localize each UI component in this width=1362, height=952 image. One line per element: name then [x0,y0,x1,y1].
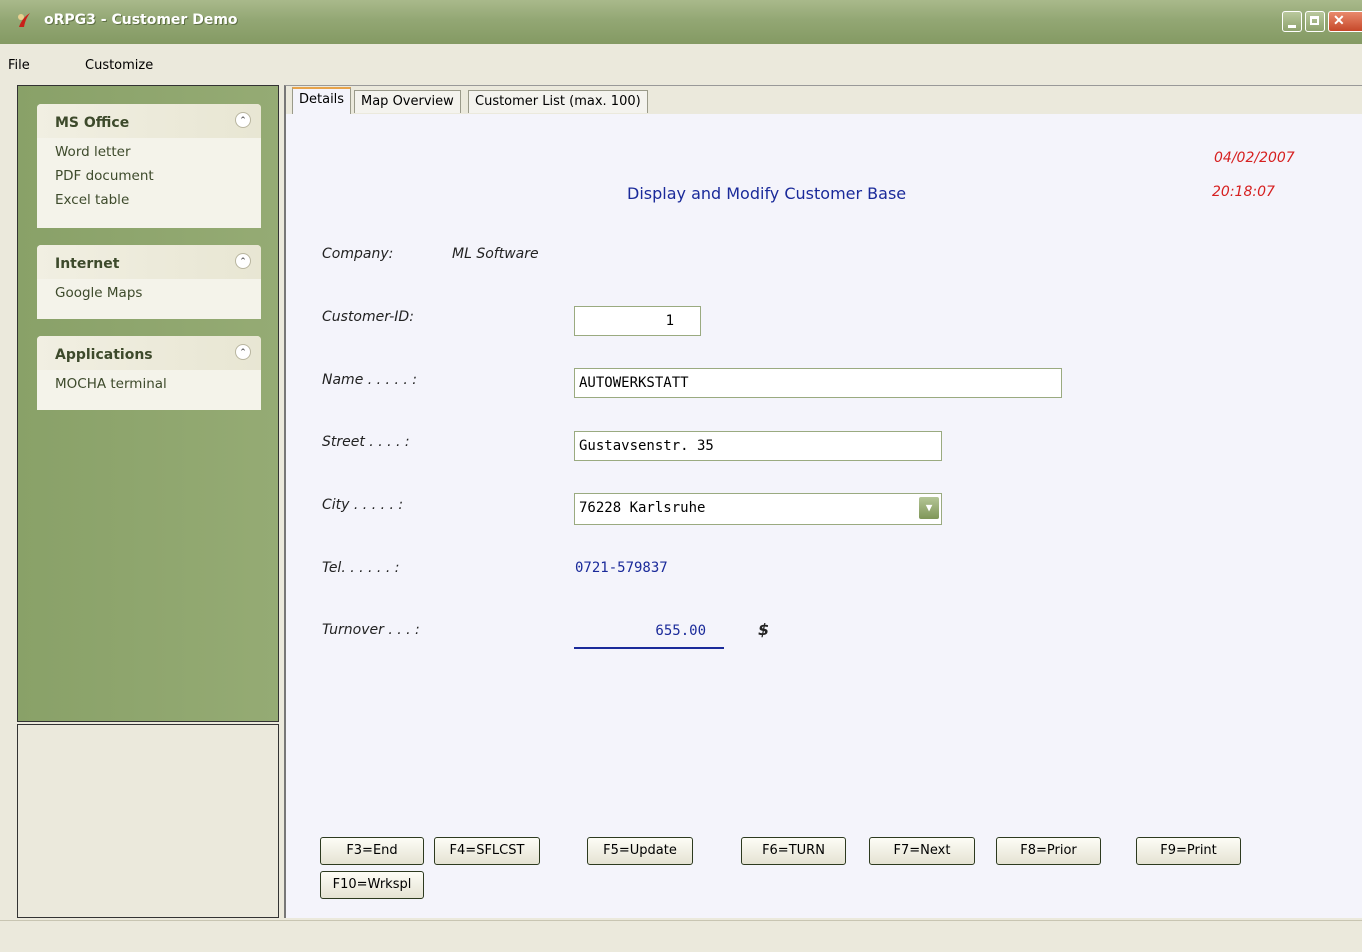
f5-update-button[interactable]: F5=Update [587,837,693,865]
f8-prior-button[interactable]: F8=Prior [996,837,1101,865]
sidebar-item-mocha-terminal[interactable]: MOCHA terminal [37,373,261,397]
minimize-button[interactable] [1282,11,1302,32]
customer-id-field[interactable]: 1 [574,306,701,336]
sidebar-item-word-letter[interactable]: Word letter [37,141,261,165]
chevron-down-icon[interactable]: ▼ [919,497,939,519]
group-header[interactable]: Internet ⌃ [37,245,261,279]
details-content: 04/02/2007 20:18:07 Display and Modify C… [286,114,1362,918]
street-label: Street . . . . : [322,434,410,450]
city-select[interactable]: 76228 Karlsruhe ▼ [574,493,942,525]
collapse-icon[interactable]: ⌃ [235,253,251,269]
tab-details[interactable]: Details [292,87,352,115]
collapse-icon[interactable]: ⌃ [235,112,251,128]
city-value: 76228 Karlsruhe [579,500,706,516]
f10-wrkspl-button[interactable]: F10=Wrkspl [320,871,424,899]
group-header[interactable]: Applications ⌃ [37,336,261,370]
city-label: City . . . . . : [322,497,404,513]
close-button[interactable] [1328,11,1362,32]
f6-turn-button[interactable]: F6=TURN [741,837,846,865]
status-bar [0,920,1362,952]
customer-id-label: Customer-ID: [322,309,414,325]
tab-customer-list[interactable]: Customer List (max. 100) [468,90,648,113]
f7-next-button[interactable]: F7=Next [869,837,975,865]
tel-label: Tel. . . . . . : [322,560,400,576]
sidebar-item-pdf-document[interactable]: PDF document [37,165,261,189]
tab-map-overview[interactable]: Map Overview [354,90,461,113]
menu-customize[interactable]: Customize [85,58,153,73]
tel-value: 0721-579837 [575,560,668,576]
date-display: 04/02/2007 [1214,150,1295,166]
collapse-icon[interactable]: ⌃ [235,344,251,360]
title-bar[interactable]: oRPG3 - Customer Demo [0,0,1362,44]
company-value: ML Software [452,246,539,262]
group-title: MS Office [55,115,130,131]
company-label: Company: [322,246,394,262]
group-header[interactable]: MS Office ⌃ [37,104,261,138]
sidebar-group-ms-office: MS Office ⌃ Word letter PDF document Exc… [37,104,261,228]
f9-print-button[interactable]: F9=Print [1136,837,1241,865]
sidebar-item-excel-table[interactable]: Excel table [37,189,261,213]
page-title: Display and Modify Customer Base [627,184,907,203]
menu-bar: File Customize [0,53,1362,79]
turnover-value: 655.00 [655,623,706,639]
street-field[interactable]: Gustavsenstr. 35 [574,431,942,461]
name-field[interactable]: AUTOWERKSTATT [574,368,1062,398]
turnover-field[interactable]: 655.00 [574,617,724,649]
sidebar-group-applications: Applications ⌃ MOCHA terminal [37,336,261,410]
f3-end-button[interactable]: F3=End [320,837,424,865]
sidebar-lower-panel [17,724,279,918]
group-title: Internet [55,256,120,272]
sidebar: MS Office ⌃ Word letter PDF document Exc… [17,85,279,722]
f4-sflcst-button[interactable]: F4=SFLCST [434,837,540,865]
time-display: 20:18:07 [1212,184,1275,200]
name-label: Name . . . . . : [322,372,417,388]
group-title: Applications [55,347,153,363]
window-title: oRPG3 - Customer Demo [44,12,238,28]
maximize-button[interactable] [1305,11,1325,32]
currency-symbol: $ [758,620,770,639]
tab-strip: Map Overview Customer List (max. 100) De… [286,86,1362,115]
menu-file[interactable]: File [8,58,30,73]
sidebar-item-google-maps[interactable]: Google Maps [37,282,261,306]
turnover-label: Turnover . . . : [322,622,420,638]
sidebar-group-internet: Internet ⌃ Google Maps [37,245,261,319]
app-logo-icon [18,13,30,27]
